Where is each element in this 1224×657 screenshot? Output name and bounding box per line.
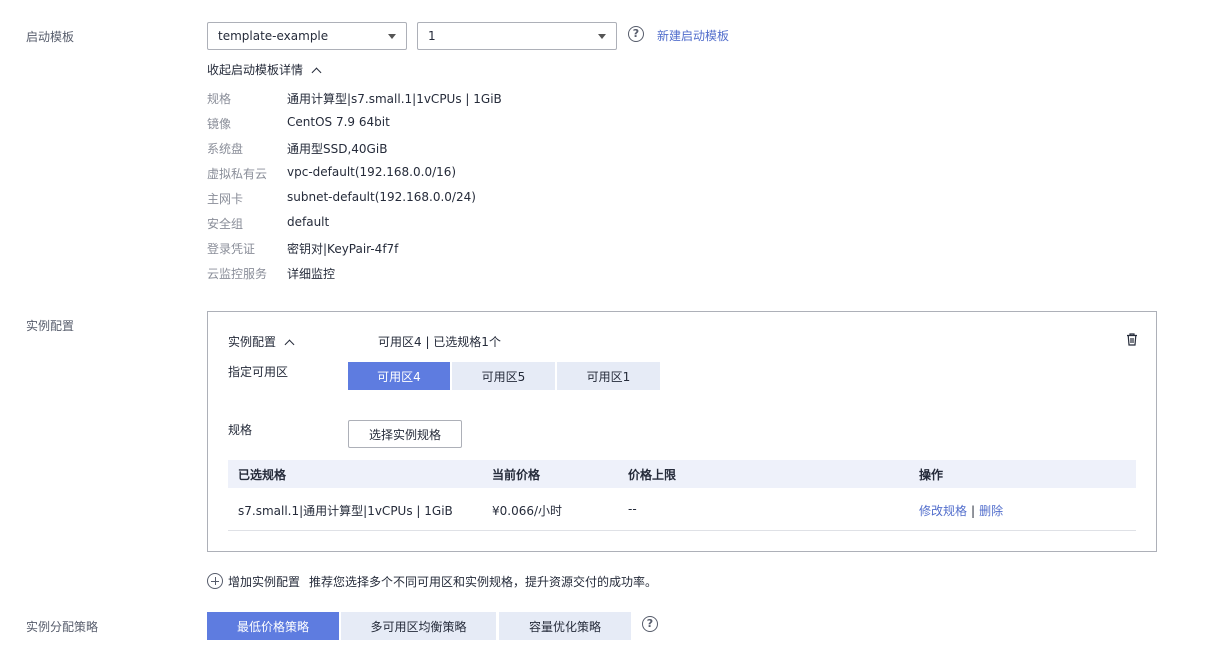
instance-config-panel: 实例配置 可用区4 | 已选规格1个 指定可用区 可用区4 可用区5 可用区1 …: [207, 311, 1157, 552]
detail-value: vpc-default(192.168.0.0/16): [287, 165, 457, 179]
config-summary: 可用区4 | 已选规格1个: [378, 335, 501, 349]
col-header-action: 操作: [919, 468, 944, 482]
col-header-price: 当前价格: [492, 468, 541, 482]
flavor-label: 规格: [228, 423, 253, 437]
select-flavor-button[interactable]: 选择实例规格: [348, 420, 462, 448]
detail-key: 主网卡: [207, 192, 244, 206]
add-config-hint: 推荐您选择多个不同可用区和实例规格，提升资源交付的成功率。: [309, 575, 658, 589]
detail-key: 镜像: [207, 117, 232, 131]
new-template-link[interactable]: 新建启动模板: [657, 27, 729, 44]
detail-value: 详细监控: [287, 267, 336, 281]
chevron-up-icon: [311, 67, 322, 78]
detail-value: 通用计算型|s7.small.1|1vCPUs | 1GiB: [287, 92, 502, 106]
az-option-5[interactable]: 可用区5: [452, 362, 555, 390]
detail-key: 安全组: [207, 217, 244, 231]
collapse-details-toggle[interactable]: 收起启动模板详情: [207, 61, 322, 78]
az-option-1[interactable]: 可用区1: [557, 362, 660, 390]
detail-value: CentOS 7.9 64bit: [287, 115, 390, 129]
col-header-flavor: 已选规格: [238, 468, 287, 482]
cell-limit: --: [628, 502, 637, 516]
add-config-link[interactable]: 增加实例配置: [228, 573, 300, 590]
cell-price: ¥0.066/小时: [492, 504, 563, 518]
modify-flavor-link[interactable]: 修改规格: [919, 504, 967, 518]
action-separator: |: [971, 504, 976, 518]
table-row: s7.small.1|通用计算型|1vCPUs | 1GiB ¥0.066/小时…: [228, 488, 1136, 531]
template-select[interactable]: template-example: [207, 22, 407, 50]
az-option-4[interactable]: 可用区4: [348, 362, 450, 390]
detail-key: 云监控服务: [207, 267, 268, 281]
strategy-multi-az-balance[interactable]: 多可用区均衡策略: [341, 612, 496, 640]
instance-config-label: 实例配置: [26, 319, 75, 333]
panel-title: 实例配置: [228, 335, 277, 349]
detail-value: 密钥对|KeyPair-4f7f: [287, 242, 399, 256]
detail-key: 虚拟私有云: [207, 167, 268, 181]
detail-key: 规格: [207, 92, 232, 106]
detail-key: 登录凭证: [207, 242, 256, 256]
cell-flavor: s7.small.1|通用计算型|1vCPUs | 1GiB: [238, 504, 453, 518]
instance-config-collapse[interactable]: 实例配置: [228, 333, 295, 350]
caret-down-icon: [388, 34, 396, 39]
detail-key: 系统盘: [207, 142, 244, 156]
flavor-table-header: 已选规格 当前价格 价格上限 操作: [228, 460, 1136, 488]
detail-value: 通用型SSD,40GiB: [287, 142, 388, 156]
allocation-strategy-label: 实例分配策略: [26, 620, 99, 634]
delete-flavor-link[interactable]: 删除: [979, 504, 1003, 518]
version-select-value: 1: [428, 29, 436, 43]
help-icon[interactable]: ?: [628, 26, 644, 42]
template-select-value: template-example: [218, 29, 329, 43]
cell-actions: 修改规格 | 删除: [919, 502, 1003, 519]
detail-value: default: [287, 215, 330, 229]
caret-down-icon: [598, 34, 606, 39]
az-label: 指定可用区: [228, 365, 289, 379]
chevron-up-icon: [284, 339, 295, 350]
trash-icon[interactable]: [1126, 333, 1138, 346]
col-header-limit: 价格上限: [628, 468, 677, 482]
help-icon[interactable]: ?: [642, 616, 658, 632]
version-select[interactable]: 1: [417, 22, 617, 50]
detail-value: subnet-default(192.168.0.0/24): [287, 190, 476, 204]
collapse-details-text: 收起启动模板详情: [207, 63, 304, 77]
plus-circle-icon[interactable]: [207, 573, 223, 589]
strategy-capacity-optimized[interactable]: 容量优化策略: [499, 612, 631, 640]
launch-template-label: 启动模板: [26, 30, 75, 44]
strategy-lowest-price[interactable]: 最低价格策略: [207, 612, 339, 640]
